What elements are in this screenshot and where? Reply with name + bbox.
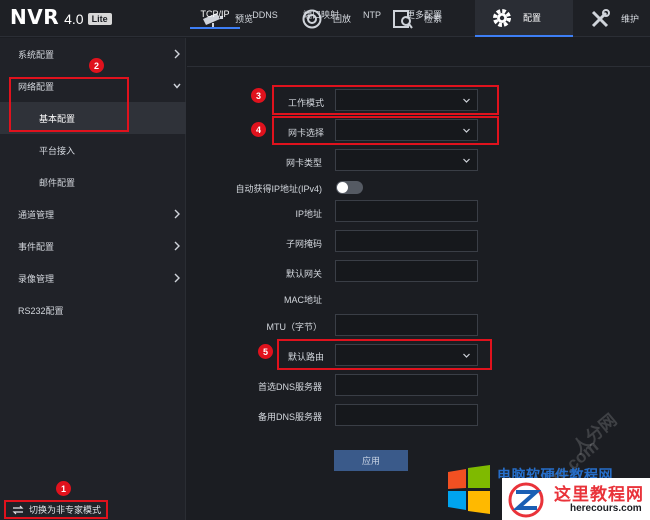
sidebar-item-email-config[interactable]: 邮件配置 [0,166,186,198]
nav-tab-maintenance[interactable]: 维护 [573,0,650,37]
watermark-site-name: 这里教程网 [554,485,644,505]
sidebar-item-label: 邮件配置 [39,177,76,188]
logo-edition: Lite [87,13,112,25]
gear-icon [489,7,515,29]
sidebar-item-channel[interactable]: 通道管理 [0,198,186,230]
highlight-nic-select [272,116,499,145]
sidebar-item-label: 平台接入 [39,145,76,156]
annotation-badge-2: 2 [89,58,104,73]
tab-more-config[interactable]: 更多配置 [398,0,450,29]
expert-mode-toggle-button[interactable]: 切换为非专家模式 [4,500,108,519]
sidebar-item-event[interactable]: 事件配置 [0,230,186,262]
subnet-mask-input[interactable] [335,230,478,252]
chevron-right-icon [174,273,180,283]
mode-button-label: 切换为非专家模式 [29,505,102,515]
tab-ntp[interactable]: NTP [356,0,388,29]
nav-tab-config[interactable]: 配置 [475,0,573,37]
dns1-input[interactable] [335,374,478,396]
nic-type-label: 网卡类型 [285,158,322,168]
apply-button[interactable]: 应用 [334,450,408,471]
chevron-down-icon [173,83,181,89]
tab-port-mapping[interactable]: 端口映射 [294,0,348,29]
sidebar-item-label: RS232配置 [18,305,64,316]
chevron-right-icon [174,49,180,59]
chevron-right-icon [174,209,180,219]
chevron-down-icon [463,158,470,163]
mtu-input[interactable] [335,314,478,336]
highlight-work-mode [272,85,499,115]
logo-version: 4.0 [64,11,84,27]
sidebar-item-rs232[interactable]: RS232配置 [0,294,186,326]
highlight-network-config [9,77,129,132]
sidebar-item-recording[interactable]: 录像管理 [0,262,186,294]
watermark-site-url: herecours.com [570,503,642,514]
logo-nvr: NVR [10,5,60,29]
nav-label: 维护 [621,14,640,24]
annotation-badge-1: 1 [56,481,71,496]
dns2-label: 备用DNS服务器 [257,412,322,422]
tab-ddns[interactable]: DDNS [244,0,286,29]
chevron-right-icon [174,241,180,251]
dns1-label: 首选DNS服务器 [257,382,322,392]
dns2-input[interactable] [335,404,478,426]
switch-icon [12,505,24,514]
sidebar-item-platform-access[interactable]: 平台接入 [0,134,186,166]
sidebar-item-label: 系统配置 [18,49,55,60]
mac-address-label: MAC地址 [284,295,322,305]
annotation-badge-3: 3 [251,88,266,103]
sidebar-item-label: 通道管理 [18,209,55,220]
annotation-badge-4: 4 [251,122,266,137]
subnet-mask-label: 子网掩码 [285,239,322,249]
nic-type-select[interactable] [335,149,478,171]
mtu-label: MTU（字节） [266,322,323,332]
annotation-badge-5: 5 [258,344,273,359]
dhcp-toggle[interactable] [336,181,363,194]
tools-icon [587,8,613,30]
toggle-knob [337,182,348,193]
config-tabs [187,38,650,67]
gateway-input[interactable] [335,260,478,282]
ip-address-label: IP地址 [295,209,322,219]
app-logo: NVR 4.0 Lite [10,5,112,29]
highlight-default-route [277,339,492,370]
nav-label: 配置 [523,13,542,23]
sidebar-item-label: 事件配置 [18,241,55,252]
sidebar-item-label: 录像管理 [18,273,55,284]
tab-tcpip[interactable]: TCP/IP [190,0,240,29]
gateway-label: 默认网关 [285,269,322,279]
dhcp-label: 自动获得IP地址(IPv4) [235,184,322,194]
ip-address-input[interactable] [335,200,478,222]
